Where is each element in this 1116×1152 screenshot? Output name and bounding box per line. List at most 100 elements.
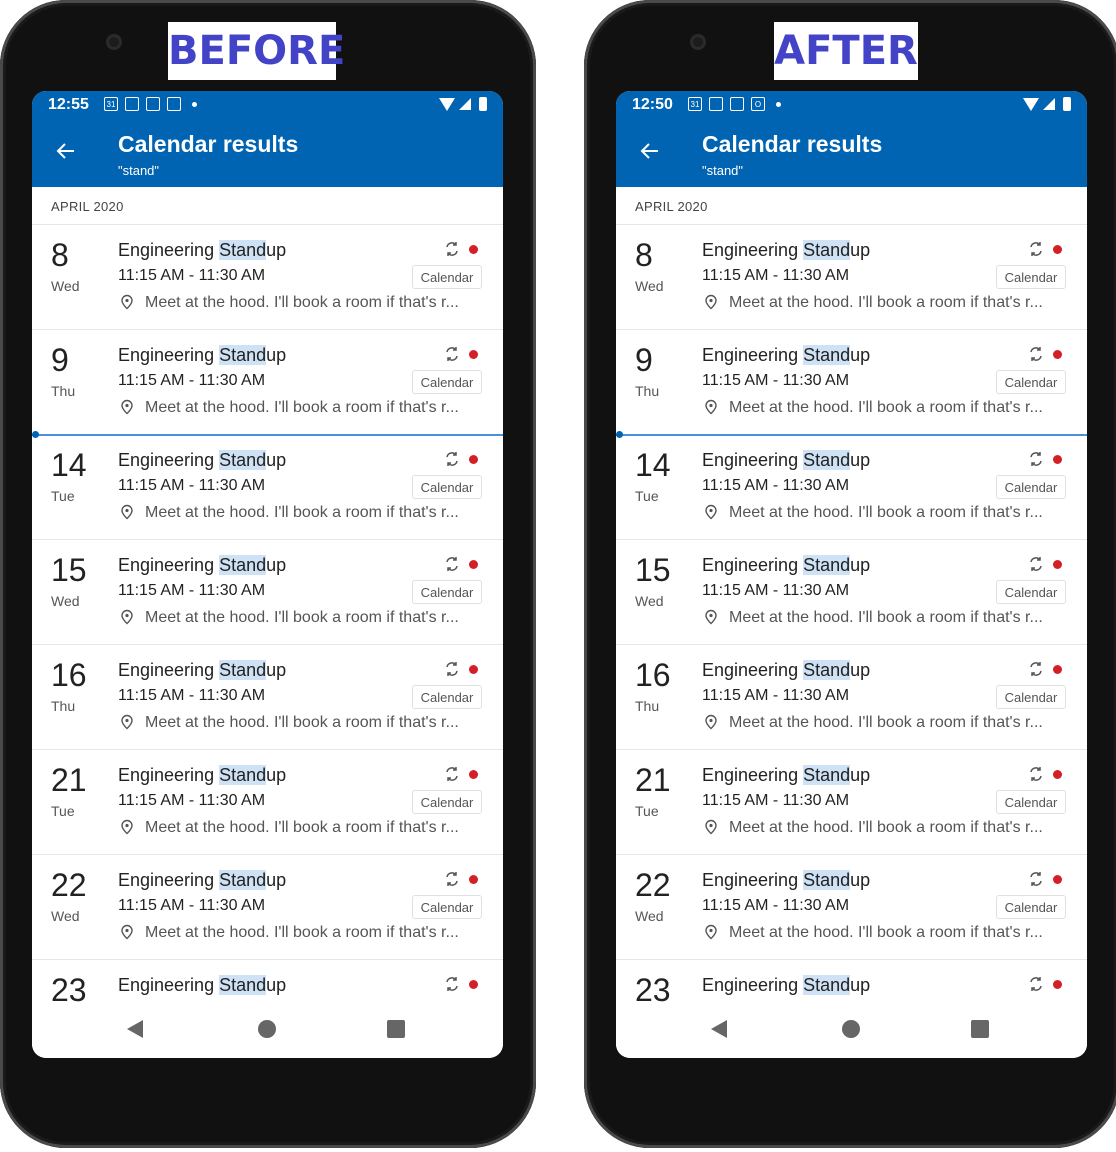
location-pin-icon <box>705 504 717 520</box>
event-row[interactable]: 8 Wed Engineering Standup 11:15 AM - 11:30 … <box>616 225 1087 330</box>
calendar-color-dot <box>1053 770 1062 779</box>
event-row[interactable]: 8 Wed Engineering Standup 11:15 AM - 11:30 … <box>32 225 503 330</box>
location-pin-icon <box>705 819 717 835</box>
location-pin-icon <box>705 399 717 415</box>
phone-before: BEFORE 12:55 31 Calendar results "stand"… <box>0 0 536 1152</box>
nav-back-icon[interactable] <box>711 1020 727 1038</box>
calendar-color-dot <box>1053 875 1062 884</box>
event-title-suffix: up <box>850 660 871 680</box>
recurring-icon <box>1030 767 1042 781</box>
search-match-highlight: Stand <box>219 555 267 575</box>
event-location: Meet at the hood. I'll book a room if th… <box>145 714 459 731</box>
event-title-suffix: up <box>266 240 287 260</box>
search-match-highlight: Stand <box>219 765 267 785</box>
current-time-line <box>32 434 503 436</box>
back-arrow-icon[interactable] <box>638 139 662 163</box>
search-match-highlight: Stand <box>803 345 851 365</box>
calendar-notification-icon: 31 <box>104 97 118 111</box>
status-time: 12:55 <box>48 96 89 113</box>
event-title-suffix: up <box>850 345 871 365</box>
event-row[interactable]: 22 Wed Engineering Standup 11:15 AM - 11:30… <box>32 855 503 960</box>
search-match-highlight: Stand <box>219 345 267 365</box>
day-number: 15 <box>635 552 671 588</box>
event-row[interactable]: 22 Wed Engineering Standup 11:15 AM - 11:30… <box>616 855 1087 960</box>
event-title-suffix: up <box>850 450 871 470</box>
event-title-suffix: up <box>850 555 871 575</box>
recurring-icon <box>446 767 458 781</box>
search-match-highlight: Stand <box>219 240 267 260</box>
event-row[interactable]: 16 Thu Engineering Standup 11:15 AM - 11:30… <box>616 645 1087 750</box>
event-row[interactable]: 15 Wed Engineering Standup 11:15 AM - 11:30… <box>32 540 503 645</box>
recurring-icon <box>1030 662 1042 676</box>
event-title-suffix: up <box>266 660 287 680</box>
wifi-icon <box>1023 97 1039 111</box>
event-row[interactable]: 16 Thu Engineering Standup 11:15 AM - 11:30… <box>32 645 503 750</box>
signal-icon <box>459 98 471 110</box>
event-time: 11:15 AM - 11:30 AM <box>118 687 266 704</box>
calendar-tag: Calendar <box>996 895 1066 919</box>
day-name: Thu <box>635 383 660 399</box>
camera-icon <box>690 34 706 50</box>
event-title-suffix: up <box>850 975 871 995</box>
event-row[interactable]: 9 Thu Engineering Standup 11:15 AM - 11:30 … <box>616 330 1087 435</box>
nav-recents-icon[interactable] <box>387 1020 405 1038</box>
day-number: 9 <box>635 342 653 378</box>
event-title-suffix: up <box>266 870 287 890</box>
current-time-dot <box>32 431 39 438</box>
camera-icon <box>106 34 122 50</box>
event-time: 11:15 AM - 11:30 AM <box>118 372 266 389</box>
location-pin-icon <box>705 609 717 625</box>
day-number: 8 <box>635 237 653 273</box>
calendar-color-dot <box>469 665 478 674</box>
day-number: 14 <box>51 447 87 483</box>
day-number: 21 <box>51 762 87 798</box>
nav-home-icon[interactable] <box>258 1020 276 1038</box>
event-title-suffix: up <box>266 555 287 575</box>
day-name: Thu <box>635 698 660 714</box>
event-title-prefix: Engineering <box>118 660 220 680</box>
event-row[interactable]: 21 Tue Engineering Standup 11:15 AM - 11:30… <box>616 750 1087 855</box>
location-pin-icon <box>705 294 717 310</box>
month-header: APRIL 2020 <box>51 199 124 214</box>
calendar-color-dot <box>469 560 478 569</box>
event-row[interactable]: 14 Tue Engineering Standup 11:15 AM - 11:30… <box>32 435 503 540</box>
event-title: Engineering Standup <box>702 870 870 891</box>
event-title-suffix: up <box>266 765 287 785</box>
nav-recents-icon[interactable] <box>971 1020 989 1038</box>
recurring-icon <box>1030 452 1042 466</box>
event-title-prefix: Engineering <box>118 240 220 260</box>
calendar-tag: Calendar <box>412 895 482 919</box>
recurring-icon <box>446 452 458 466</box>
after-label: AFTER <box>774 22 918 80</box>
event-row[interactable]: 15 Wed Engineering Standup 11:15 AM - 11:30… <box>616 540 1087 645</box>
calendar-notification-icon: 31 <box>688 97 702 111</box>
location-pin-icon <box>121 714 133 730</box>
day-name: Tue <box>51 803 75 819</box>
day-name: Wed <box>51 593 80 609</box>
calendar-tag: Calendar <box>412 475 482 499</box>
back-arrow-icon[interactable] <box>54 139 78 163</box>
event-time: 11:15 AM - 11:30 AM <box>702 267 850 284</box>
event-title: Engineering Standup <box>118 870 286 891</box>
event-title-prefix: Engineering <box>702 870 804 890</box>
day-name: Wed <box>635 593 664 609</box>
location-pin-icon <box>121 399 133 415</box>
event-title: Engineering Standup <box>118 765 286 786</box>
day-number: 14 <box>635 447 671 483</box>
calendar-color-dot <box>1053 560 1062 569</box>
location-pin-icon <box>705 714 717 730</box>
event-title-suffix: up <box>266 345 287 365</box>
event-row[interactable]: 21 Tue Engineering Standup 11:15 AM - 11:30… <box>32 750 503 855</box>
page-title: Calendar results <box>702 131 883 157</box>
recurring-icon <box>446 662 458 676</box>
nav-back-icon[interactable] <box>127 1020 143 1038</box>
nav-home-icon[interactable] <box>842 1020 860 1038</box>
current-time-dot <box>616 431 623 438</box>
recurring-icon <box>1030 872 1042 886</box>
before-label: BEFORE <box>168 22 345 80</box>
event-row[interactable]: 14 Tue Engineering Standup 11:15 AM - 11:30… <box>616 435 1087 540</box>
event-row[interactable]: 9 Thu Engineering Standup 11:15 AM - 11:30 … <box>32 330 503 435</box>
event-time: 11:15 AM - 11:30 AM <box>702 372 850 389</box>
calendar-tag: Calendar <box>412 265 482 289</box>
recurring-icon <box>1030 347 1042 361</box>
